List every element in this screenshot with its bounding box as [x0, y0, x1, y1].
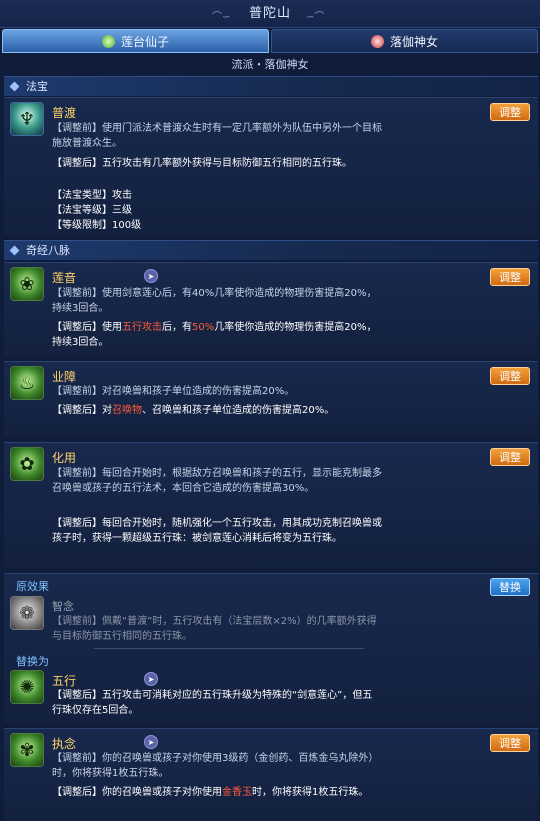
divider	[94, 648, 364, 649]
original-label: 原效果	[16, 580, 49, 593]
skill-card-zhinian: ✾ 执念 ➤ 调整 【调整前】你的召唤兽或孩子对你使用3级药（金创药、百炼金乌丸…	[4, 728, 538, 821]
goddess-icon	[370, 34, 384, 48]
transform-skill-icon: ✿	[10, 447, 44, 481]
skill-before: 【调整前】你的召唤兽或孩子对你使用3级药（金创药、百炼金乌丸除外）时，你将获得1…	[52, 753, 379, 779]
wisdom-skill-icon: ❁	[10, 596, 44, 630]
vase-icon: ♆	[10, 102, 44, 136]
original-skill-name: 智念	[52, 600, 74, 613]
section-title: 奇经八脉	[26, 244, 70, 257]
fabao-after: 【调整后】五行攻击有几率额外获得与目标防御五行相同的五行珠。	[52, 158, 352, 169]
adjust-button[interactable]: 调整	[490, 103, 530, 121]
navigate-icon[interactable]: ➤	[144, 672, 158, 686]
lotus-skill-icon: ❀	[10, 267, 44, 301]
skill-after: 【调整后】你的召唤兽或孩子对你使用金香玉时，你将获得1枚五行珠。	[52, 787, 369, 798]
tab-label: 莲台仙子	[120, 34, 169, 49]
school-subtitle: 流派・落伽神女	[231, 58, 309, 71]
skill-card-yezhang: ♨ 业障 调整 【调整前】对召唤兽和孩子单位造成的伤害提高20%。 【调整后】对…	[4, 361, 538, 437]
adjust-button[interactable]: 调整	[490, 268, 530, 286]
page-title: 普陀山	[248, 6, 291, 21]
skill-after: 【调整后】使用五行攻击后，有50%几率使你造成的物理伤害提高20%，持续3回合。	[52, 322, 377, 348]
skill-name: 业障	[52, 370, 77, 384]
fabao-limit: 【等级限制】100级	[52, 220, 142, 231]
school-tabs: 莲台仙子 落伽神女	[2, 29, 538, 53]
fabao-type: 【法宝类型】攻击	[52, 190, 132, 201]
window-title-bar: ⌒∽ 普陀山 ∽⌒	[0, 0, 540, 28]
ornament-left-icon: ⌒∽	[212, 12, 231, 23]
obsession-skill-icon: ✾	[10, 733, 44, 767]
skill-after: 【调整后】对召唤物、召唤兽和孩子单位造成的伤害提高20%。	[52, 405, 335, 416]
new-skill-name: 五行	[52, 674, 77, 688]
tab-liantai[interactable]: 莲台仙子	[2, 29, 269, 53]
diamond-icon	[9, 81, 20, 92]
skill-after: 【调整后】每回合开始时，随机强化一个五行攻击，用其成功克制召唤兽或孩子时，获得一…	[52, 518, 382, 544]
ornament-right-icon: ∽⌒	[306, 12, 325, 23]
section-title: 法宝	[26, 80, 48, 93]
fabao-name: 普渡	[52, 106, 77, 120]
lotus-icon	[101, 34, 115, 48]
fabao-before: 【调整前】使用门派法术普渡众生时有一定几率额外为队伍中另外一个目标施放普渡众生。	[52, 123, 382, 149]
adjust-button[interactable]: 调整	[490, 448, 530, 466]
adjust-button[interactable]: 调整	[490, 734, 530, 752]
section-header-fabao: 法宝	[4, 76, 538, 96]
skill-name: 化用	[52, 451, 77, 465]
section-header-qijing: 奇经八脉	[4, 240, 538, 260]
navigate-icon[interactable]: ➤	[144, 735, 158, 749]
replace-label: 替换为	[16, 655, 49, 668]
skill-before: 【调整前】对召唤兽和孩子单位造成的伤害提高20%。	[52, 386, 295, 397]
swap-card: 原效果 替换 ❁ 智念 【调整前】佩戴“普渡”时，五行攻击有（法宝层数×2%）的…	[4, 573, 538, 723]
fabao-card: ♆ 普渡 调整 【调整前】使用门派法术普渡众生时有一定几率额外为队伍中另外一个目…	[4, 97, 538, 235]
skill-card-lianyin: ❀ 莲音 ➤ 调整 【调整前】使用剑意莲心后，有40%几率使你造成的物理伤害提高…	[4, 262, 538, 356]
original-skill-text: 【调整前】佩戴“普渡”时，五行攻击有（法宝层数×2%）的几率额外获得与目标防御五…	[52, 616, 377, 642]
skill-before: 【调整前】每回合开始时，根据敌方召唤兽和孩子的五行，显示能克制最多召唤兽或孩子的…	[52, 468, 382, 494]
new-skill-text: 【调整后】五行攻击可消耗对应的五行珠升级为特殊的“剑意莲心”，但五行珠仅存在5回…	[52, 690, 373, 716]
skill-before: 【调整前】使用剑意莲心后，有40%几率使你造成的物理伤害提高20%，持续3回合。	[52, 288, 377, 314]
skill-name: 执念	[52, 737, 77, 751]
tab-label: 落伽神女	[389, 34, 438, 49]
navigate-icon[interactable]: ➤	[144, 269, 158, 283]
skill-card-huayong: ✿ 化用 调整 【调整前】每回合开始时，根据敌方召唤兽和孩子的五行，显示能克制最…	[4, 442, 538, 568]
fabao-level: 【法宝等级】三级	[52, 205, 132, 216]
tab-luojia[interactable]: 落伽神女	[271, 29, 538, 53]
replace-button[interactable]: 替换	[490, 578, 530, 596]
karma-skill-icon: ♨	[10, 366, 44, 400]
adjust-button[interactable]: 调整	[490, 367, 530, 385]
diamond-icon	[9, 245, 20, 256]
five-elements-skill-icon: ✺	[10, 670, 44, 704]
skill-name: 莲音	[52, 271, 77, 285]
